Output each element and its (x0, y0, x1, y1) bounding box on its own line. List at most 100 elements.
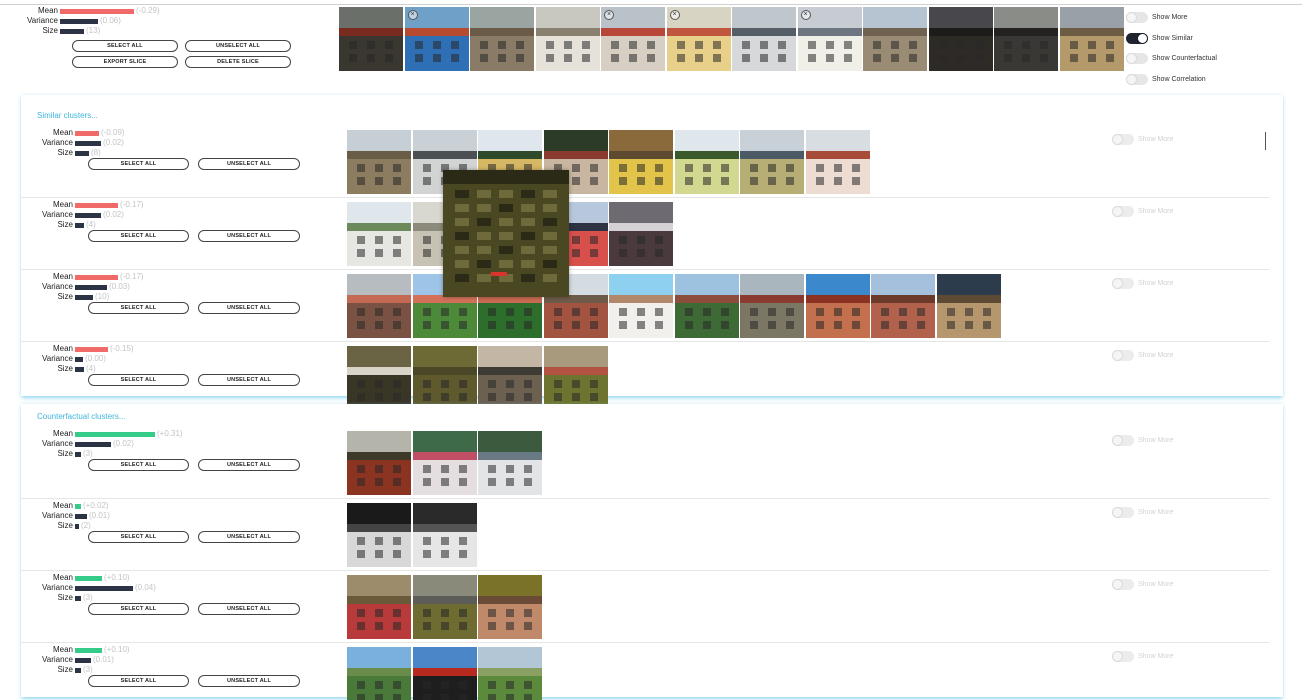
unselect-all-button[interactable]: UNSELECT ALL (198, 531, 300, 543)
toggle-show-more[interactable]: Show More (1112, 134, 1173, 145)
slice-thumbnail[interactable]: × (797, 7, 862, 71)
delete-slice-button[interactable]: DELETE SLICE (185, 56, 291, 68)
unselect-all-button[interactable]: UNSELECT ALL (185, 40, 291, 52)
cluster-thumbnail[interactable] (347, 575, 411, 639)
cluster-thumbnail[interactable] (674, 130, 739, 194)
cluster-thumbnail[interactable] (609, 274, 673, 338)
cluster-thumbnail[interactable] (478, 346, 542, 410)
thumbnail-roof (347, 367, 411, 375)
unselect-all-button[interactable]: UNSELECT ALL (198, 459, 300, 471)
slice-thumbnail[interactable] (470, 7, 534, 71)
slice-thumbnail[interactable] (928, 7, 993, 71)
select-all-button[interactable]: SELECT ALL (88, 374, 189, 386)
export-slice-button[interactable]: EXPORT SLICE (72, 56, 178, 68)
cluster-thumbnail[interactable] (412, 346, 477, 410)
unselect-all-button[interactable]: UNSELECT ALL (198, 374, 300, 386)
cluster-thumbnail[interactable] (347, 202, 411, 266)
toggle-switch[interactable] (1112, 507, 1134, 518)
cluster-thumbnail[interactable] (478, 575, 542, 639)
unselect-all-button[interactable]: UNSELECT ALL (198, 603, 300, 615)
toggle-switch[interactable] (1126, 12, 1148, 23)
toggle-show-counterfactual[interactable]: Show Counterfactual (1126, 53, 1217, 64)
toggle-switch[interactable] (1126, 73, 1148, 85)
select-all-button[interactable]: SELECT ALL (88, 603, 189, 615)
select-all-button[interactable]: SELECT ALL (88, 531, 189, 543)
slice-thumbnail[interactable]: × (601, 7, 665, 71)
toggle-switch[interactable] (1112, 435, 1134, 446)
cluster-thumbnail[interactable] (347, 503, 411, 567)
unselect-all-button[interactable]: UNSELECT ALL (198, 230, 300, 242)
preview-window (499, 218, 513, 226)
thumbnail-window (357, 380, 365, 388)
cluster-thumbnail[interactable] (347, 274, 411, 338)
remove-image-icon[interactable]: × (669, 10, 680, 20)
toggle-show-more[interactable]: Show More (1112, 278, 1173, 289)
cluster-thumbnail[interactable] (609, 202, 673, 266)
toggle-switch[interactable] (1112, 206, 1134, 217)
thumbnail-window (589, 164, 598, 172)
toggle-show-similar[interactable]: Show Similar (1126, 32, 1193, 44)
slice-thumbnail[interactable] (1059, 7, 1124, 71)
select-all-button[interactable]: SELECT ALL (88, 459, 189, 471)
unselect-all-button[interactable]: UNSELECT ALL (198, 675, 300, 687)
cluster-thumbnail[interactable] (674, 274, 739, 338)
cluster-thumbnail[interactable] (347, 647, 411, 700)
select-all-button[interactable]: SELECT ALL (88, 302, 189, 314)
thumbnail-window (393, 478, 401, 486)
select-all-button[interactable]: SELECT ALL (88, 675, 189, 687)
cluster-thumbnail[interactable] (871, 274, 935, 338)
cluster-thumbnail[interactable] (347, 346, 411, 410)
slice-thumbnail[interactable] (535, 7, 600, 71)
select-all-button[interactable]: SELECT ALL (88, 158, 189, 170)
toggle-switch[interactable] (1112, 579, 1134, 590)
toggle-show-more[interactable]: Show More (1126, 12, 1187, 23)
cluster-thumbnail[interactable] (740, 130, 804, 194)
cluster-thumbnail[interactable] (478, 431, 542, 495)
cluster-thumbnail[interactable] (412, 503, 477, 567)
cluster-thumbnail[interactable] (347, 130, 411, 194)
remove-image-icon[interactable]: × (800, 10, 811, 20)
slice-thumbnail[interactable] (863, 7, 927, 71)
cluster-thumbnail[interactable] (609, 130, 673, 194)
toggle-switch[interactable] (1126, 32, 1148, 44)
cluster-thumbnail[interactable] (543, 346, 608, 410)
preview-roofline (443, 170, 569, 184)
cluster-thumbnail[interactable] (347, 431, 411, 495)
select-all-button[interactable]: SELECT ALL (72, 40, 178, 52)
thumbnail-window (524, 478, 532, 486)
cluster-thumbnail[interactable] (805, 130, 870, 194)
unselect-all-button[interactable]: UNSELECT ALL (198, 158, 300, 170)
slice-thumbnail[interactable]: × (666, 7, 731, 71)
cluster-thumbnail[interactable] (805, 274, 870, 338)
toggle-show-more[interactable]: Show More (1112, 651, 1173, 662)
thumbnail-window (450, 54, 459, 62)
slice-thumbnail[interactable] (994, 7, 1058, 71)
toggle-show-more[interactable]: Show More (1112, 507, 1173, 518)
toggle-show-correlation[interactable]: Show Correlation (1126, 73, 1206, 85)
cluster-thumbnail[interactable] (412, 647, 477, 700)
cluster-thumbnail[interactable] (412, 575, 477, 639)
remove-image-icon[interactable]: × (604, 10, 614, 20)
toggle-switch[interactable] (1112, 278, 1134, 289)
cluster-thumbnail[interactable] (412, 431, 477, 495)
size-bar (75, 523, 79, 529)
thumbnail-window (357, 393, 365, 401)
cluster-thumbnail[interactable] (478, 647, 542, 700)
slice-thumbnail[interactable] (732, 7, 796, 71)
toggle-show-more[interactable]: Show More (1112, 206, 1173, 217)
thumbnail-roof (412, 668, 477, 676)
toggle-switch[interactable] (1112, 134, 1134, 145)
toggle-switch[interactable] (1112, 350, 1134, 361)
toggle-switch[interactable] (1126, 53, 1148, 64)
toggle-show-more[interactable]: Show More (1112, 579, 1173, 590)
select-all-button[interactable]: SELECT ALL (88, 230, 189, 242)
slice-thumbnail[interactable] (339, 7, 403, 71)
toggle-switch[interactable] (1112, 651, 1134, 662)
toggle-show-more[interactable]: Show More (1112, 435, 1173, 446)
toggle-show-more[interactable]: Show More (1112, 350, 1173, 361)
cluster-thumbnail[interactable] (936, 274, 1001, 338)
slice-thumbnail[interactable]: × (404, 7, 469, 71)
remove-image-icon[interactable]: × (407, 10, 418, 20)
cluster-thumbnail[interactable] (740, 274, 804, 338)
unselect-all-button[interactable]: UNSELECT ALL (198, 302, 300, 314)
